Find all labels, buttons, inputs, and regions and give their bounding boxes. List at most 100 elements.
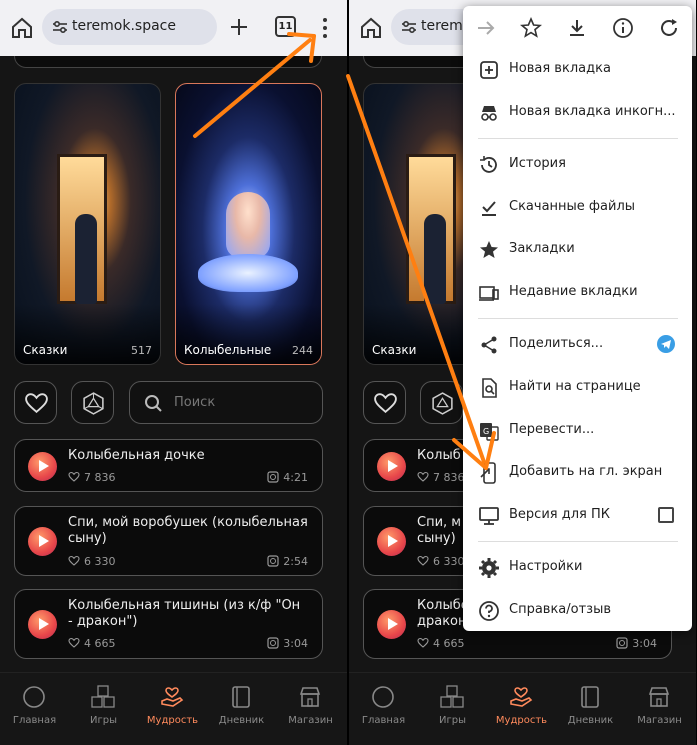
play-icon[interactable]	[377, 610, 406, 639]
track-card[interactable]: Колыбельная тишины (из к/ф "Он - дракон"…	[14, 589, 323, 659]
heart-outline-icon	[417, 555, 429, 566]
menu-downloads[interactable]: Скачанные файлы	[463, 188, 692, 228]
menu-help-feedback[interactable]: Справка/отзыв	[463, 591, 692, 631]
bookmarks-icon	[480, 241, 498, 258]
home-icon[interactable]	[10, 16, 34, 40]
heart-icon	[25, 393, 48, 414]
bottom-navigation: Главная Игры Мудрость Дневник Магазин	[0, 672, 347, 745]
desktop-version-checkbox[interactable]	[658, 507, 674, 523]
menu-divider	[478, 541, 678, 542]
nav-home[interactable]: Главная	[0, 673, 69, 745]
heart-outline-icon	[417, 471, 429, 482]
heart-outline-icon	[68, 471, 80, 482]
heart-hand-icon	[510, 687, 533, 707]
nav-games[interactable]: Игры	[69, 673, 138, 745]
home-circle-icon	[372, 686, 394, 708]
tab-switcher-button[interactable]: 11	[275, 16, 296, 37]
play-icon[interactable]	[28, 610, 57, 639]
new-tab-plus-icon[interactable]	[228, 16, 250, 38]
recent-tabs-icon	[479, 286, 499, 301]
track-likes: 7 836	[68, 471, 116, 484]
heart-icon	[374, 393, 397, 414]
play-icon[interactable]	[377, 527, 406, 556]
play-icon[interactable]	[28, 452, 57, 481]
track-card[interactable]: Спи, мой воробушек (колыбельная сыну) 6 …	[14, 506, 323, 576]
nav-shop[interactable]: Магазин	[276, 673, 345, 745]
shop-icon	[648, 687, 670, 707]
forward-arrow-icon[interactable]	[475, 17, 497, 39]
play-icon[interactable]	[377, 452, 406, 481]
menu-add-to-home[interactable]: Добавить на гл. экран	[463, 453, 692, 493]
nav-diary[interactable]: Дневник	[207, 673, 276, 745]
timer-icon	[267, 555, 279, 567]
svg-text:G: G	[483, 427, 489, 436]
track-duration: 4:21	[267, 471, 308, 484]
menu-new-tab[interactable]: Новая вкладка	[463, 50, 692, 90]
reload-icon[interactable]	[658, 17, 680, 39]
menu-divider	[478, 318, 678, 319]
add-home-icon	[480, 462, 496, 484]
category-count: 244	[292, 344, 313, 357]
nav-wisdom[interactable]: Мудрость	[138, 673, 207, 745]
menu-desktop-version[interactable]: Версия для ПК	[463, 496, 692, 536]
nav-wisdom[interactable]: Мудрость	[487, 673, 556, 745]
card-illustration-figure	[75, 214, 97, 304]
dice-icon	[83, 392, 104, 415]
menu-settings[interactable]: Настройки	[463, 548, 692, 588]
search-field[interactable]: Поиск	[129, 381, 323, 424]
menu-recent-tabs[interactable]: Недавние вкладки	[463, 273, 692, 313]
search-icon	[145, 395, 162, 412]
play-icon[interactable]	[28, 527, 57, 556]
category-count: 517	[131, 344, 152, 357]
more-menu-icon[interactable]	[318, 15, 332, 41]
desktop-icon	[479, 507, 499, 525]
diary-icon	[581, 686, 599, 708]
heart-hand-icon	[161, 687, 184, 707]
random-button[interactable]	[420, 381, 463, 424]
random-button[interactable]	[71, 381, 114, 424]
timer-icon	[267, 471, 279, 483]
diary-icon	[232, 686, 250, 708]
site-settings-icon[interactable]	[52, 20, 68, 34]
telegram-icon[interactable]	[657, 335, 675, 353]
nav-diary[interactable]: Дневник	[556, 673, 625, 745]
menu-history[interactable]: История	[463, 145, 692, 185]
url-text: teremok.space	[72, 18, 176, 34]
track-likes: 6 330	[68, 555, 116, 568]
menu-bookmarks[interactable]: Закладки	[463, 230, 692, 270]
favorites-button[interactable]	[363, 381, 406, 424]
heart-outline-icon	[68, 555, 80, 566]
track-likes: 6 330	[417, 555, 465, 568]
menu-translate[interactable]: G Перевести...	[463, 411, 692, 451]
heart-outline-icon	[417, 637, 429, 648]
download-icon[interactable]	[566, 17, 588, 39]
menu-find-in-page[interactable]: Найти на странице	[463, 368, 692, 408]
site-settings-icon[interactable]	[401, 20, 417, 34]
incognito-icon	[481, 106, 497, 121]
home-circle-icon	[23, 686, 45, 708]
address-bar[interactable]: teremok.space	[42, 9, 217, 45]
abc-blocks-icon	[440, 685, 464, 708]
nav-games[interactable]: Игры	[418, 673, 487, 745]
card-illustration	[226, 192, 270, 258]
star-icon[interactable]	[520, 17, 542, 39]
home-icon[interactable]	[359, 16, 383, 40]
shop-icon	[299, 687, 321, 707]
left-phone-screen: teremok.space 11 Сказки 517 Колыбельные …	[0, 0, 347, 745]
browser-toolbar: teremok.space 11	[0, 0, 347, 56]
track-duration: 3:04	[267, 637, 308, 650]
category-card-lullabies[interactable]: Колыбельные 244	[175, 83, 322, 365]
info-icon[interactable]	[612, 17, 634, 39]
nav-shop[interactable]: Магазин	[625, 673, 694, 745]
favorites-button[interactable]	[14, 381, 57, 424]
menu-share[interactable]: Поделиться...	[463, 325, 692, 365]
settings-icon	[479, 558, 499, 578]
track-duration: 3:04	[616, 637, 657, 650]
translate-icon: G	[480, 423, 499, 441]
track-card[interactable]: Колыбельная дочке 7 836 4:21	[14, 439, 323, 492]
menu-incognito-tab[interactable]: Новая вкладка инкогн...	[463, 93, 692, 133]
downloads-icon	[482, 201, 496, 216]
top-banner-edge	[14, 56, 322, 68]
category-card-fairytales[interactable]: Сказки 517	[14, 83, 161, 365]
nav-home[interactable]: Главная	[349, 673, 418, 745]
